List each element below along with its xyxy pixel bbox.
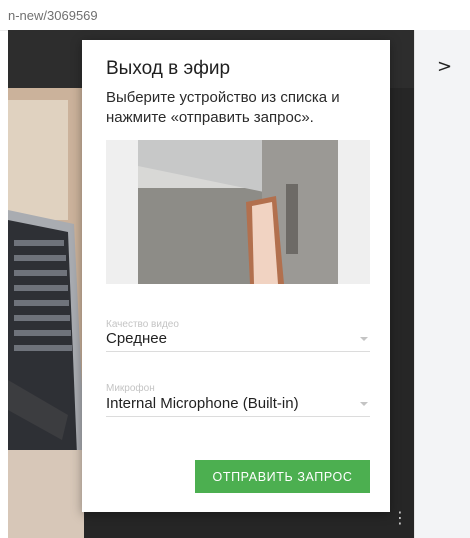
kebab-menu-icon[interactable]: ⋮ [392, 508, 408, 527]
microphone-label: Микрофон [106, 383, 155, 394]
go-live-dialog: Выход в эфир Выберите устройство из спис… [82, 40, 390, 512]
send-request-button[interactable]: ОТПРАВИТЬ ЗАПРОС [195, 460, 370, 493]
url-text: n-new/3069569 [8, 8, 98, 23]
camera-preview-image [106, 140, 370, 284]
camera-preview [106, 140, 370, 284]
chevron-down-icon[interactable] [360, 337, 368, 341]
video-quality-select[interactable]: Среднее [106, 330, 167, 347]
dialog-title: Выход в эфир [106, 58, 231, 79]
dialog-description: Выберите устройство из списка и нажмите … [106, 89, 340, 126]
side-panel: > [414, 30, 470, 538]
microphone-underline [106, 416, 370, 417]
video-quality-label: Качество видео [106, 319, 179, 330]
video-quality-underline [106, 351, 370, 352]
chevron-down-icon[interactable] [360, 402, 368, 406]
microphone-select[interactable]: Internal Microphone (Built-in) [106, 395, 299, 412]
chevron-right-icon[interactable]: > [437, 56, 452, 77]
address-bar[interactable]: n-new/3069569 [0, 0, 470, 31]
